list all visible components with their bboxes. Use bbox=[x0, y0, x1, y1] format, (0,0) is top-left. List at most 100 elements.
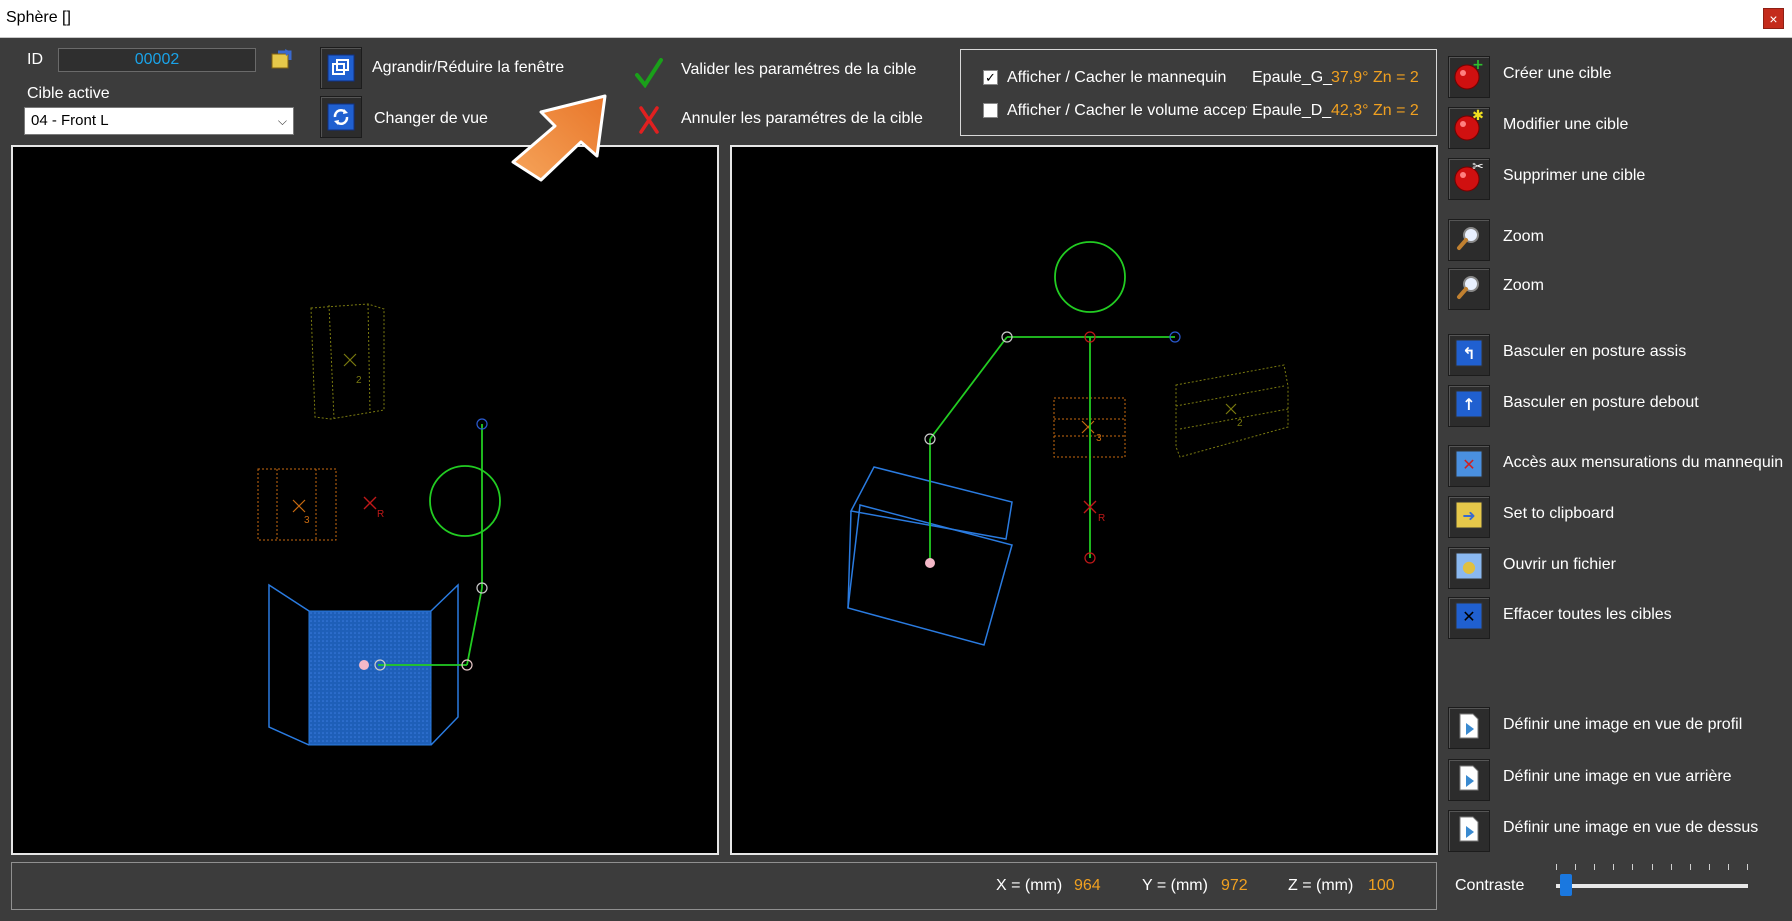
sidebar-button-top-image[interactable] bbox=[1448, 810, 1490, 852]
sidebar-item-label[interactable]: Zoom bbox=[1503, 277, 1544, 295]
measurements-icon: ✕ bbox=[1454, 449, 1484, 484]
epaule-g-label: Epaule_G_ bbox=[1252, 69, 1333, 86]
sidebar-button-measurements[interactable]: ✕ bbox=[1448, 445, 1490, 487]
callout-arrow-icon bbox=[511, 94, 607, 182]
contrast-thumb[interactable] bbox=[1560, 874, 1572, 896]
copy-id-icon[interactable] bbox=[268, 46, 294, 72]
id-field[interactable]: 00002 bbox=[58, 48, 256, 72]
sidebar-item-label[interactable]: Basculer en posture debout bbox=[1503, 394, 1699, 412]
sidebar-button-rear-image[interactable] bbox=[1448, 759, 1490, 801]
close-button[interactable]: × bbox=[1763, 8, 1784, 29]
sidebar-button-edit-target[interactable]: ✱ bbox=[1448, 107, 1490, 149]
resize-window-label: Agrandir/Réduire la fenêtre bbox=[372, 59, 565, 76]
contrast-tick bbox=[1594, 864, 1595, 870]
sidebar-button-clipboard[interactable]: ➜ bbox=[1448, 496, 1490, 538]
change-view-label: Changer de vue bbox=[374, 110, 488, 127]
left-viewport[interactable]: 2 3 R bbox=[11, 145, 719, 855]
left-target-2 bbox=[310, 303, 385, 420]
change-view-button[interactable] bbox=[320, 96, 362, 138]
sidebar-item-label[interactable]: Accès aux mensurations du mannequin bbox=[1503, 454, 1783, 472]
svg-text:➜: ➜ bbox=[1462, 506, 1475, 525]
z-value: 100 bbox=[1368, 877, 1395, 894]
sidebar-button-stand-posture[interactable]: ↑ bbox=[1448, 385, 1490, 427]
contrast-track bbox=[1556, 884, 1748, 888]
profile-image-icon bbox=[1454, 711, 1484, 746]
sidebar-button-zoom-in[interactable] bbox=[1448, 219, 1490, 261]
left-target-2-label: 2 bbox=[356, 375, 362, 386]
sidebar-item-label[interactable]: Basculer en posture assis bbox=[1503, 343, 1686, 361]
cancel-label[interactable]: Annuler les paramétres de la cible bbox=[681, 110, 923, 128]
refresh-icon bbox=[327, 103, 355, 131]
left-marker-r bbox=[363, 496, 377, 510]
sit-posture-icon: ↰ bbox=[1454, 338, 1484, 373]
sidebar-item-label[interactable]: Effacer toutes les cibles bbox=[1503, 606, 1672, 624]
cible-active-value: 04 - Front L bbox=[31, 112, 109, 129]
contrast-tick bbox=[1575, 864, 1576, 870]
svg-text:+: + bbox=[1472, 58, 1484, 73]
left-target-3-label: 3 bbox=[304, 515, 310, 526]
zoom-in-icon bbox=[1454, 223, 1484, 258]
edit-target-icon: ✱ bbox=[1452, 108, 1486, 148]
sidebar-button-open-file[interactable]: ● bbox=[1448, 547, 1490, 589]
mannequin-label: Afficher / Cacher le mannequin bbox=[1007, 69, 1227, 86]
validate-label[interactable]: Valider les paramétres de la cible bbox=[681, 61, 916, 79]
right-target-point bbox=[925, 558, 935, 568]
right-target-2 bbox=[1175, 364, 1289, 458]
contrast-label: Contraste bbox=[1455, 877, 1525, 894]
svg-text:↰: ↰ bbox=[1462, 344, 1475, 363]
x-label: X = (mm) bbox=[996, 877, 1063, 894]
left-target-3-cross bbox=[292, 499, 306, 513]
stand-posture-icon: ↑ bbox=[1454, 389, 1484, 424]
svg-text:✱: ✱ bbox=[1472, 109, 1484, 124]
contrast-tick bbox=[1690, 864, 1691, 870]
left-target-point bbox=[359, 660, 369, 670]
right-viewport[interactable]: 2 3 R bbox=[730, 145, 1438, 855]
right-target-3-label: 3 bbox=[1096, 433, 1102, 444]
right-scene: 2 3 R bbox=[847, 241, 1289, 646]
epaule-d-label: Epaule_D_ bbox=[1252, 102, 1332, 119]
contrast-tick bbox=[1747, 864, 1748, 870]
volume-label-clip: Afficher / Cacher le volume accepta bbox=[1007, 102, 1247, 120]
open-file-icon: ● bbox=[1454, 551, 1484, 586]
contrast-tick bbox=[1671, 864, 1672, 870]
resize-window-icon bbox=[327, 54, 355, 82]
left-scene: 2 3 R bbox=[257, 303, 501, 746]
validate-check-icon[interactable] bbox=[635, 58, 663, 93]
sidebar-item-label[interactable]: Définir une image en vue de dessus bbox=[1503, 819, 1758, 837]
resize-window-button[interactable] bbox=[320, 47, 362, 89]
epaule-g-value: 37,9° Zn = 2 bbox=[1331, 69, 1419, 86]
display-options-group bbox=[960, 49, 1437, 136]
sidebar-button-create-target[interactable]: + bbox=[1448, 56, 1490, 98]
contrast-slider[interactable] bbox=[1556, 864, 1750, 904]
sidebar-item-label[interactable]: Supprimer une cible bbox=[1503, 167, 1645, 185]
contrast-tick bbox=[1613, 864, 1614, 870]
sidebar-item-label[interactable]: Set to clipboard bbox=[1503, 505, 1614, 523]
volume-checkbox[interactable] bbox=[983, 103, 998, 118]
mannequin-checkbox[interactable]: ✓ bbox=[983, 70, 998, 85]
svg-text:✕: ✕ bbox=[1462, 607, 1475, 626]
contrast-tick bbox=[1709, 864, 1710, 870]
sidebar-button-zoom-out[interactable] bbox=[1448, 268, 1490, 310]
sidebar-item-label[interactable]: Ouvrir un fichier bbox=[1503, 556, 1616, 574]
contrast-tick bbox=[1556, 864, 1557, 870]
right-target-3-cross bbox=[1081, 420, 1095, 434]
sidebar-button-profile-image[interactable] bbox=[1448, 707, 1490, 749]
svg-text:✕: ✕ bbox=[1462, 455, 1475, 474]
sidebar-button-delete-target[interactable]: ✂ bbox=[1448, 158, 1490, 200]
sidebar-item-label[interactable]: Définir une image en vue de profil bbox=[1503, 716, 1742, 734]
volume-label: Afficher / Cacher le volume accepta bbox=[1007, 102, 1247, 119]
window-title: Sphère [] bbox=[6, 9, 71, 26]
sidebar-button-sit-posture[interactable]: ↰ bbox=[1448, 334, 1490, 376]
cancel-x-icon[interactable] bbox=[638, 106, 660, 139]
z-label: Z = (mm) bbox=[1288, 877, 1354, 894]
sidebar-item-label[interactable]: Définir une image en vue arrière bbox=[1503, 768, 1732, 786]
sidebar-item-label[interactable]: Zoom bbox=[1503, 228, 1544, 246]
sidebar-item-label[interactable]: Modifier une cible bbox=[1503, 116, 1628, 134]
sidebar-button-clear-targets[interactable]: ✕ bbox=[1448, 597, 1490, 639]
id-label: ID bbox=[27, 51, 43, 68]
zoom-out-icon bbox=[1454, 272, 1484, 307]
clipboard-icon: ➜ bbox=[1454, 500, 1484, 535]
sidebar-item-label[interactable]: Créer une cible bbox=[1503, 65, 1612, 83]
epaule-d-value: 42,3° Zn = 2 bbox=[1331, 102, 1419, 119]
cible-active-select[interactable]: 04 - Front L ⌵ bbox=[24, 107, 294, 135]
